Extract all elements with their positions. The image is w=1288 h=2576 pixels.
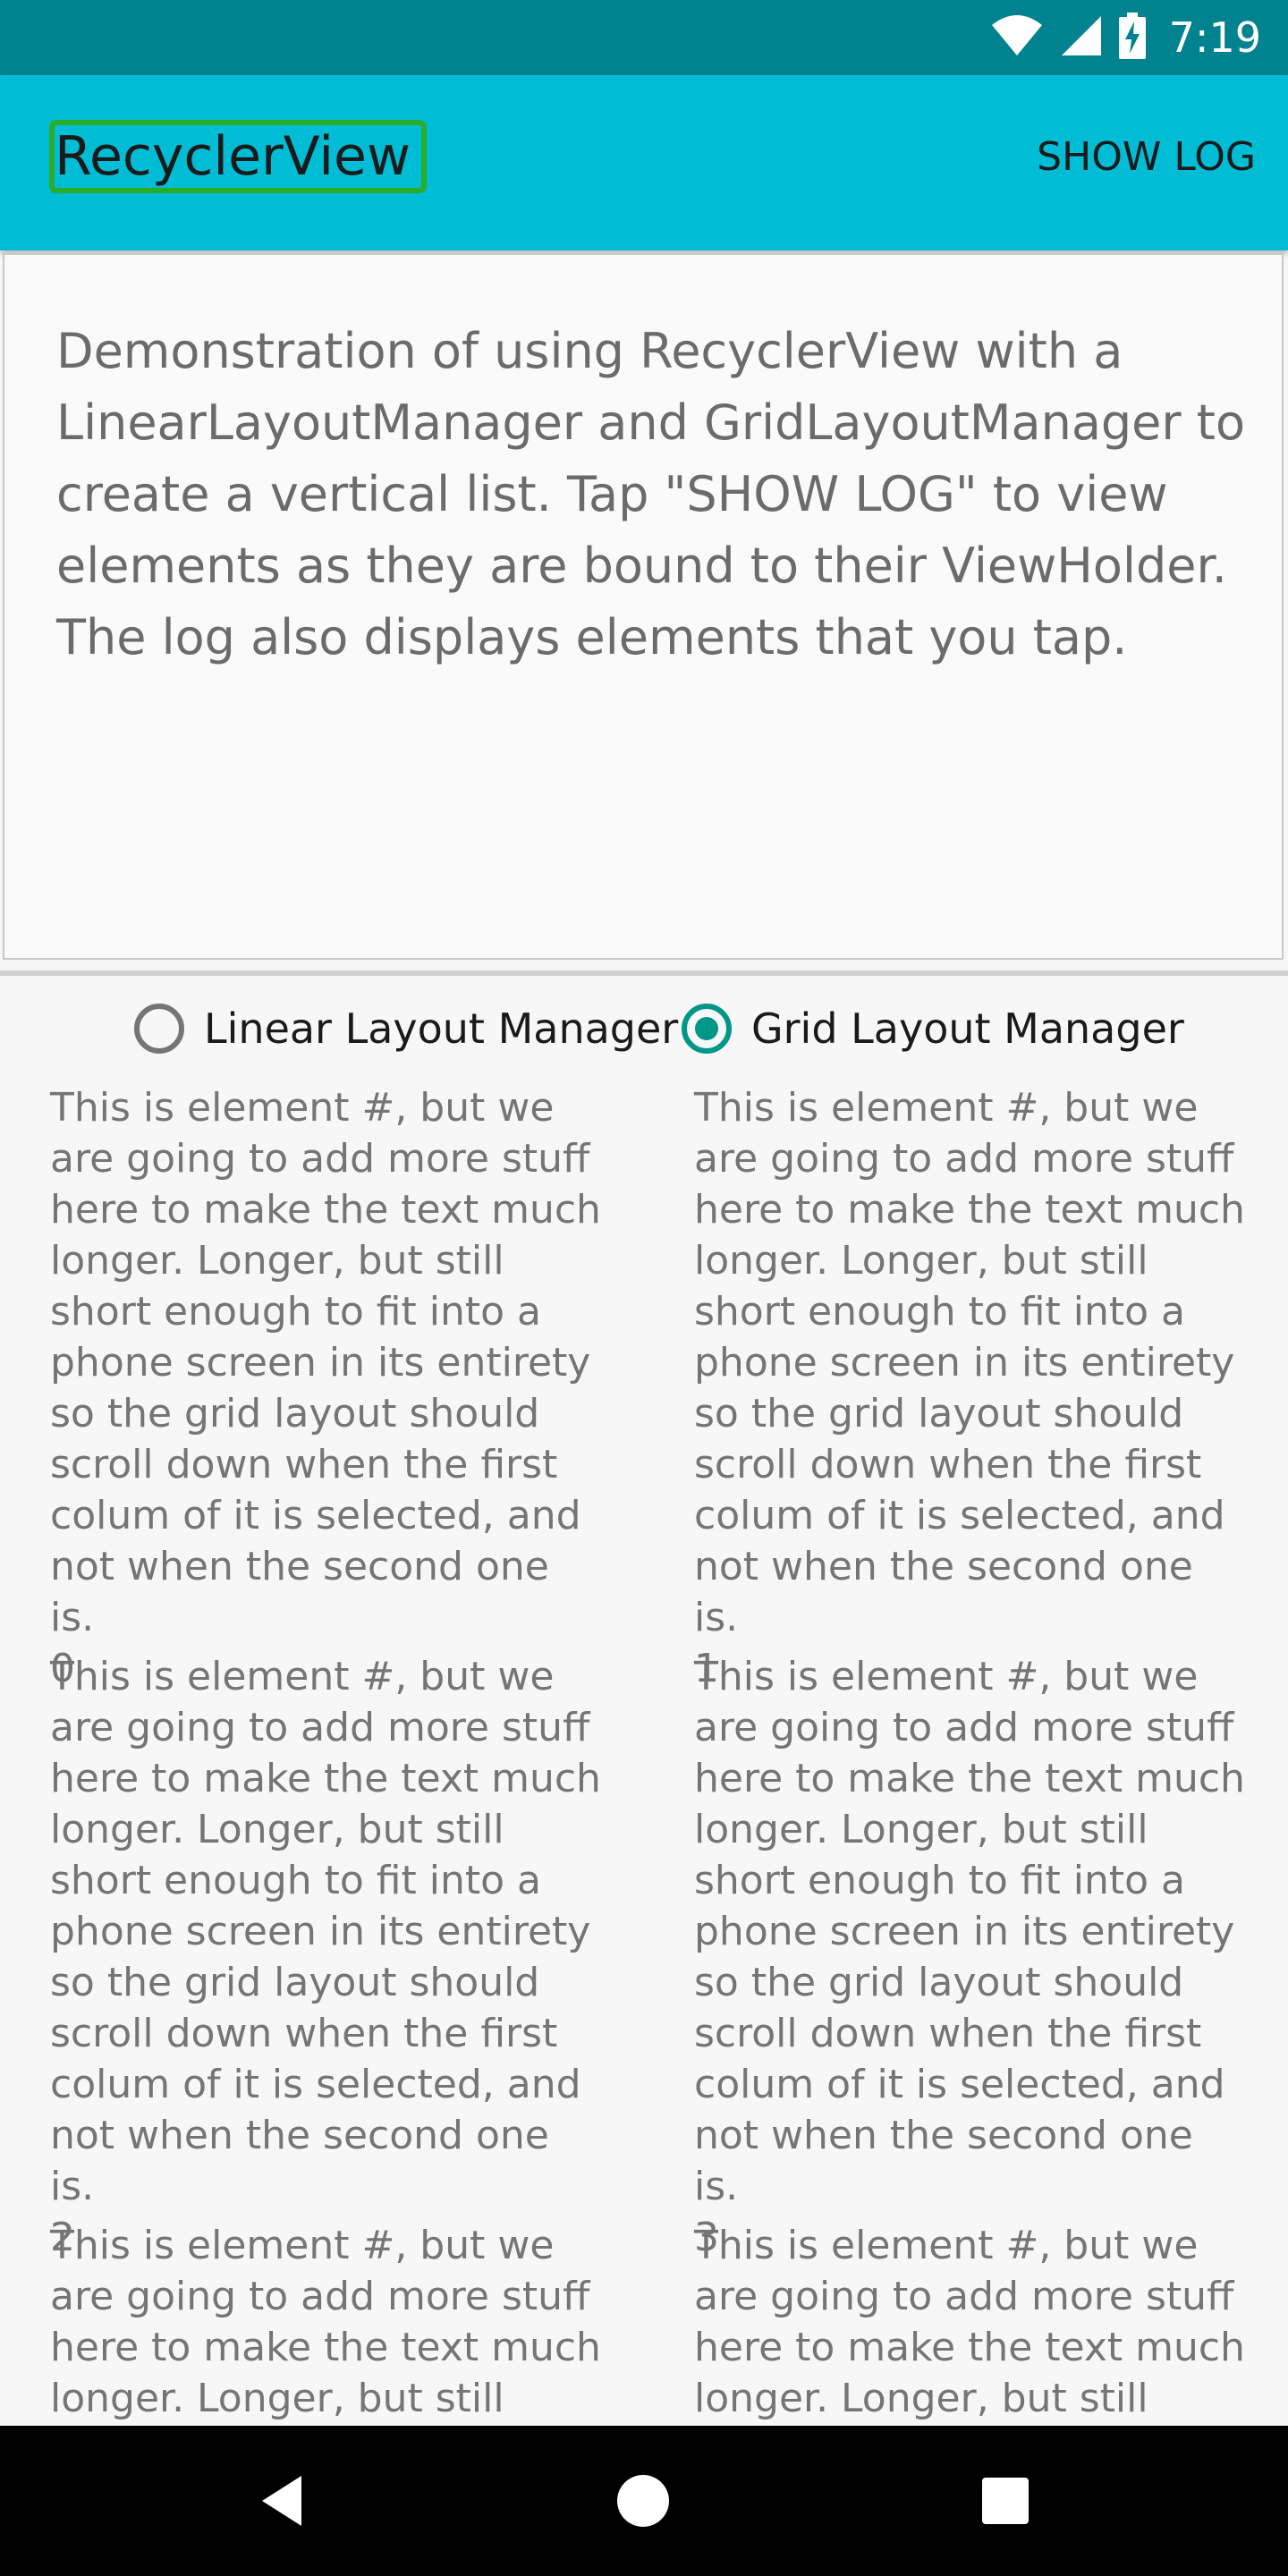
radio-label: Linear Layout Manager — [204, 1004, 679, 1053]
signal-icon — [1060, 14, 1103, 62]
radio-checked-icon[interactable] — [682, 1004, 732, 1054]
app-bar: RecyclerView SHOW LOG — [0, 75, 1288, 250]
layout-manager-radio-group: Linear Layout Manager Grid Layout Manage… — [0, 995, 1288, 1063]
show-log-button[interactable]: SHOW LOG — [1030, 131, 1263, 184]
status-bar: 7:19 — [0, 0, 1288, 75]
description-card: Demonstration of using RecyclerView with… — [3, 253, 1284, 960]
navigation-bar — [0, 2426, 1288, 2576]
status-time: 7:19 — [1168, 13, 1261, 62]
radio-grid-layout-manager[interactable]: Grid Layout Manager — [682, 995, 1184, 1063]
grid-item-text: This is element #, but we are going to a… — [50, 2223, 601, 2421]
radio-label: Grid Layout Manager — [751, 1004, 1184, 1053]
status-icons: 7:19 — [990, 0, 1261, 75]
grid-item[interactable]: This is element #, but we are going to a… — [694, 1082, 1249, 1694]
divider — [0, 970, 1288, 976]
radio-linear-layout-manager[interactable]: Linear Layout Manager — [134, 995, 678, 1063]
grid-item[interactable]: This is element #, but we are going to a… — [50, 2220, 605, 2424]
home-icon[interactable] — [607, 2465, 679, 2537]
grid-item[interactable]: This is element #, but we are going to a… — [50, 1082, 605, 1694]
back-icon[interactable] — [246, 2465, 318, 2537]
grid-item-text: This is element #, but we are going to a… — [50, 1085, 601, 1640]
grid-item-text: This is element #, but we are going to a… — [694, 1085, 1245, 1640]
recents-icon[interactable] — [970, 2465, 1041, 2537]
app-title: RecyclerView — [49, 120, 427, 193]
grid-item[interactable]: This is element #, but we are going to a… — [50, 1651, 605, 2263]
grid-item-text: This is element #, but we are going to a… — [694, 1654, 1245, 2209]
battery-charging-icon — [1118, 12, 1146, 64]
recycler-grid[interactable]: This is element #, but we are going to a… — [0, 1082, 1288, 2426]
grid-item[interactable]: This is element #, but we are going to a… — [694, 2220, 1249, 2424]
wifi-icon — [990, 14, 1044, 62]
radio-unchecked-icon[interactable] — [134, 1004, 184, 1054]
grid-item-text: This is element #, but we are going to a… — [694, 2223, 1245, 2421]
grid-item[interactable]: This is element #, but we are going to a… — [694, 1651, 1249, 2263]
grid-item-text: This is element #, but we are going to a… — [50, 1654, 601, 2209]
description-text: Demonstration of using RecyclerView with… — [56, 323, 1245, 665]
